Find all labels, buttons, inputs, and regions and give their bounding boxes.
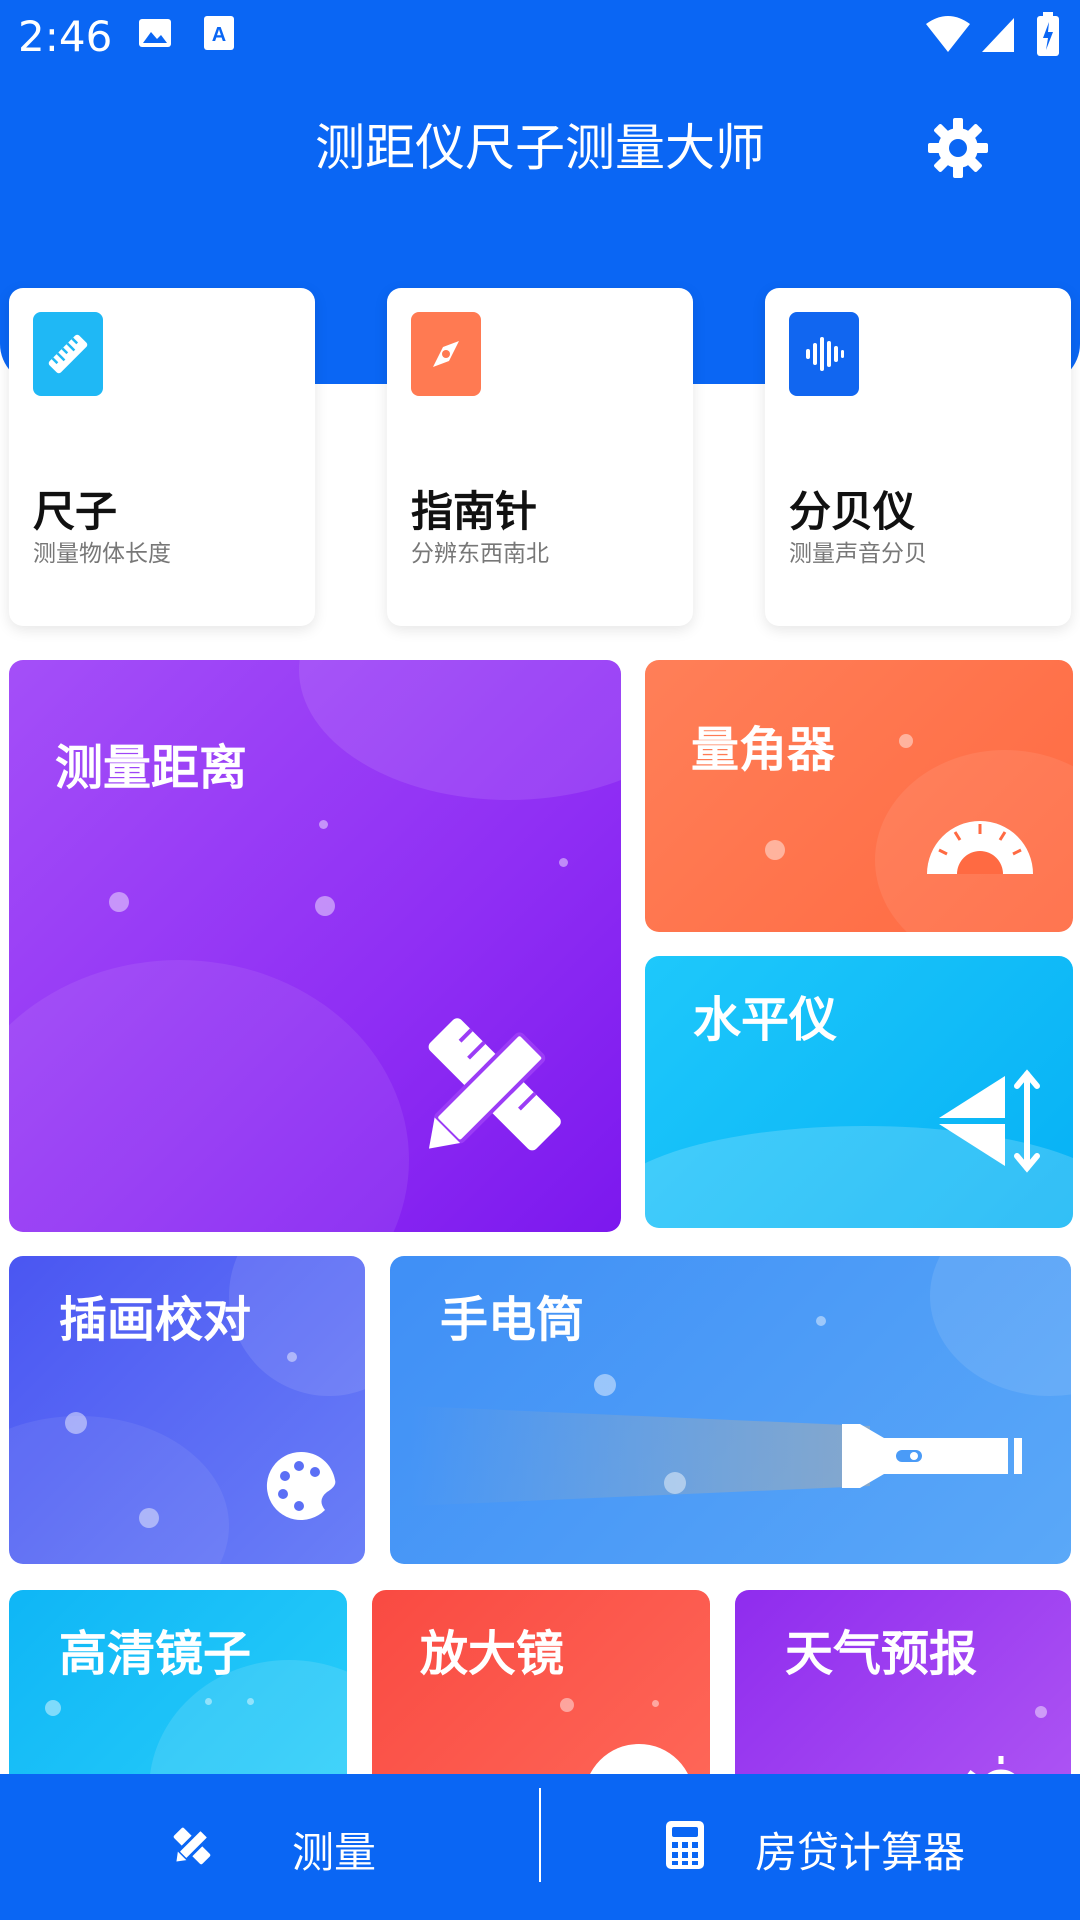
app-title: 测距仪尺子测量大师 bbox=[315, 119, 765, 177]
palette-icon bbox=[265, 1450, 337, 1526]
cell-signal-icon bbox=[980, 16, 1016, 58]
gallery-notification-icon bbox=[136, 14, 174, 56]
illustration-tile[interactable]: 插画校对 bbox=[9, 1256, 365, 1564]
weather-label: 天气预报 bbox=[785, 1626, 978, 1682]
svg-text:A: A bbox=[212, 24, 226, 46]
ruler-pencil-icon bbox=[168, 1822, 216, 1874]
decibel-card-title: 分贝仪 bbox=[789, 487, 916, 536]
mirror-label: 高清镜子 bbox=[59, 1626, 252, 1682]
protractor-label: 量角器 bbox=[691, 722, 836, 778]
magnifier-label: 放大镜 bbox=[420, 1626, 565, 1682]
light-beam bbox=[410, 1406, 870, 1506]
compass-icon bbox=[411, 312, 481, 396]
nav-mortgage-calculator-label: 房贷计算器 bbox=[755, 1828, 966, 1877]
protractor-icon bbox=[925, 812, 1035, 880]
decor-blob bbox=[930, 1256, 1071, 1396]
sound-wave-icon bbox=[789, 312, 859, 396]
decibel-card-subtitle: 测量声音分贝 bbox=[789, 541, 927, 567]
decibel-card[interactable]: 分贝仪 测量声音分贝 bbox=[765, 288, 1071, 626]
ruler-card[interactable]: 尺子 测量物体长度 bbox=[9, 288, 315, 626]
wifi-icon bbox=[924, 14, 972, 58]
decor-blob bbox=[9, 1416, 229, 1564]
decor-blob bbox=[9, 960, 409, 1232]
text-notification-icon: A bbox=[202, 14, 236, 56]
ruler-card-subtitle: 测量物体长度 bbox=[33, 541, 171, 567]
flashlight-label: 手电筒 bbox=[440, 1292, 585, 1348]
calculator-icon bbox=[665, 1820, 705, 1874]
level-label: 水平仪 bbox=[693, 992, 838, 1048]
status-time: 2:46 bbox=[18, 12, 113, 61]
nav-measure-tab[interactable]: 测量 bbox=[0, 1774, 539, 1920]
decor-blob bbox=[299, 660, 621, 800]
battery-icon bbox=[1036, 12, 1060, 60]
ruler-pencil-icon bbox=[399, 1000, 589, 1174]
nav-measure-label: 测量 bbox=[292, 1828, 377, 1877]
protractor-tile[interactable]: 量角器 bbox=[645, 660, 1073, 932]
compass-card-title: 指南针 bbox=[411, 487, 538, 536]
level-icon bbox=[935, 1066, 1045, 1180]
level-tile[interactable]: 水平仪 bbox=[645, 956, 1073, 1228]
ruler-card-title: 尺子 bbox=[33, 487, 118, 536]
settings-gear-icon[interactable] bbox=[926, 116, 990, 180]
compass-card[interactable]: 指南针 分辨东西南北 bbox=[387, 288, 693, 626]
measure-distance-tile[interactable]: 测量距离 bbox=[9, 660, 621, 1232]
bottom-navigation: 测量 房贷计算器 bbox=[0, 1774, 1080, 1920]
compass-card-subtitle: 分辨东西南北 bbox=[411, 541, 549, 567]
nav-mortgage-calculator-tab[interactable]: 房贷计算器 bbox=[541, 1774, 1080, 1920]
ruler-icon bbox=[33, 312, 103, 396]
measure-distance-label: 测量距离 bbox=[55, 740, 248, 796]
illustration-label: 插画校对 bbox=[59, 1292, 252, 1348]
flashlight-icon bbox=[840, 1420, 1030, 1496]
flashlight-tile[interactable]: 手电筒 bbox=[390, 1256, 1071, 1564]
